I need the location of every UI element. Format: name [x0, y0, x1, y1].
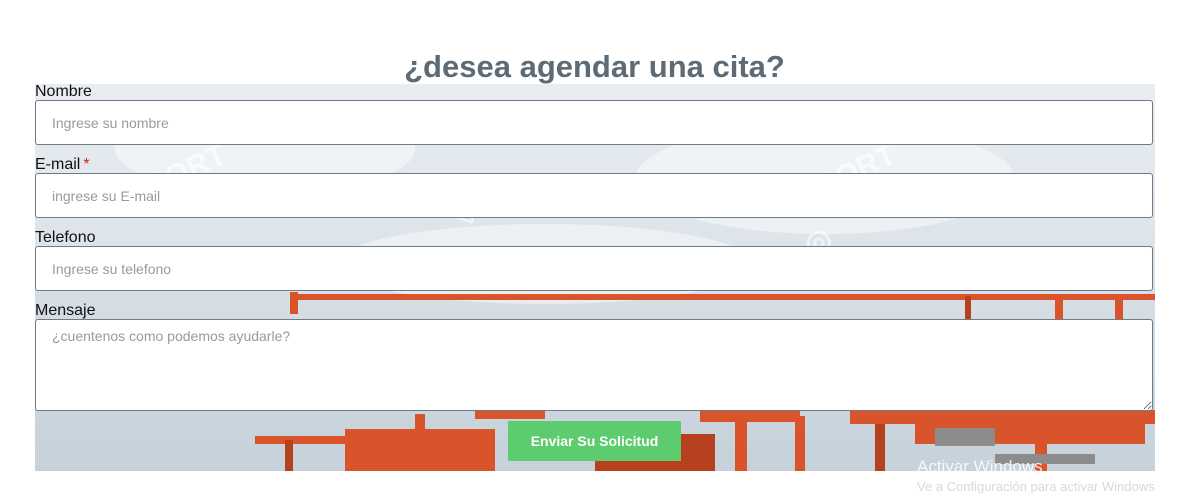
- phone-input[interactable]: [35, 246, 1153, 291]
- submit-button[interactable]: Enviar Su Solicitud: [508, 421, 681, 461]
- phone-label: Telefono: [35, 229, 96, 246]
- page-title: ¿desea agendar una cita?: [404, 48, 785, 84]
- email-label: E-mail *: [35, 156, 90, 174]
- windows-activation-title: Activar Windows: [917, 457, 1043, 476]
- name-input[interactable]: [35, 100, 1153, 145]
- email-input[interactable]: [35, 173, 1153, 218]
- required-asterisk: *: [83, 156, 90, 173]
- name-label: Nombre: [35, 83, 92, 100]
- message-textarea[interactable]: [35, 319, 1153, 411]
- email-label-text: E-mail: [35, 156, 81, 173]
- message-label: Mensaje: [35, 302, 96, 319]
